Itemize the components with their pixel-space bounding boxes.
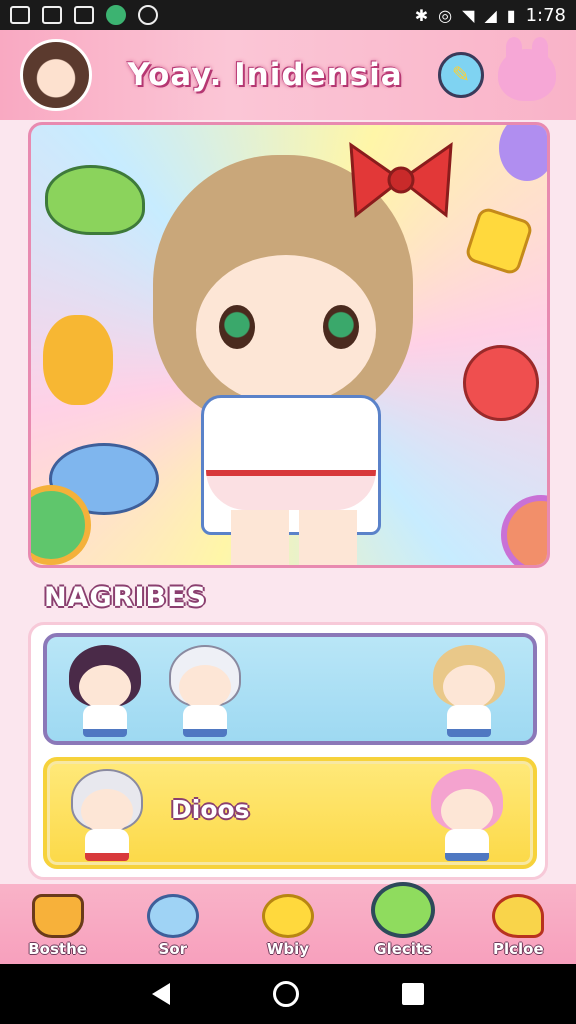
- right-leg: [299, 510, 357, 565]
- bluetooth-icon: ✱: [414, 5, 429, 25]
- cloud-icon: [146, 894, 199, 938]
- status-bar: ✱ ◎ ◥ ◢ ▮ 1:78: [0, 0, 576, 30]
- star-sticker: [463, 205, 535, 277]
- heart-icon: [492, 894, 545, 938]
- recents-icon[interactable]: [402, 983, 425, 1005]
- pencil-icon: ✎: [451, 62, 471, 88]
- back-icon[interactable]: [151, 983, 170, 1005]
- nav-item-plcloe[interactable]: Plcloe: [470, 882, 566, 958]
- bottom-nav: Bosthe Sor Wbiy Glecits Plcloe: [0, 882, 576, 964]
- cupcake-icon: [31, 894, 84, 938]
- rainbow-sticker-right: [501, 495, 547, 565]
- orange-cat-sticker: [43, 315, 113, 405]
- nav-item-sor[interactable]: Sor: [125, 882, 221, 958]
- list-item[interactable]: Dioos: [43, 757, 537, 869]
- nav-label: Wbiy: [266, 940, 310, 958]
- red-bow: [349, 141, 453, 218]
- chibi-blonde-hair: [427, 645, 511, 737]
- image-icon: [10, 6, 30, 24]
- home-icon[interactable]: [272, 981, 299, 1007]
- nav-item-glecits[interactable]: Glecits: [355, 882, 451, 958]
- pinwheel-icon: [138, 5, 158, 25]
- app-header: Yoay. Inidensia ✎: [0, 30, 576, 120]
- sun-blob-icon: [261, 894, 314, 938]
- main-character-skirt: [206, 470, 376, 510]
- chibi-white-hair: [163, 645, 247, 737]
- notification-icons: [10, 5, 158, 25]
- signal-icon: ◢: [484, 5, 497, 25]
- system-nav-bar: [0, 964, 576, 1024]
- red-flower-sticker: [463, 345, 539, 421]
- featured-character-card[interactable]: [28, 122, 550, 568]
- list-item[interactable]: [43, 633, 537, 745]
- avatar[interactable]: [20, 39, 92, 111]
- spotify-icon: [106, 5, 126, 25]
- battery-icon: ▮: [506, 5, 516, 25]
- chibi-pink-hair: [425, 769, 509, 861]
- gallery-icon: [74, 6, 94, 24]
- bunny-icon[interactable]: [498, 37, 556, 101]
- edit-button[interactable]: ✎: [438, 52, 484, 98]
- nav-item-wbiy[interactable]: Wbiy: [240, 882, 336, 958]
- system-icons: ✱ ◎ ◥ ◢ ▮ 1:78: [415, 5, 566, 26]
- section-title: NAGRIBES: [44, 582, 207, 613]
- nav-label: Plcloe: [493, 940, 544, 958]
- nav-item-bosthe[interactable]: Bosthe: [10, 882, 106, 958]
- chibi-dark-hair: [63, 645, 147, 737]
- nav-label: Bosthe: [28, 940, 87, 958]
- page-title: Yoay. Inidensia: [127, 57, 403, 93]
- nav-label: Glecits: [374, 940, 433, 958]
- nav-label: Sor: [158, 940, 188, 958]
- alarm-icon: ◎: [438, 5, 453, 25]
- news-icon: [42, 6, 62, 24]
- balloon-sticker: [499, 125, 547, 181]
- character-list-panel: Dioos: [28, 622, 548, 880]
- left-leg: [231, 510, 289, 565]
- chibi-silver-hair: [65, 769, 149, 861]
- green-slime-sticker: [45, 165, 145, 235]
- wifi-icon: ◥: [462, 5, 475, 25]
- list-item-label: Dioos: [171, 795, 250, 824]
- left-eye: [219, 305, 255, 349]
- right-eye: [323, 305, 359, 349]
- frog-icon: [371, 882, 436, 938]
- status-time: 1:78: [525, 4, 566, 26]
